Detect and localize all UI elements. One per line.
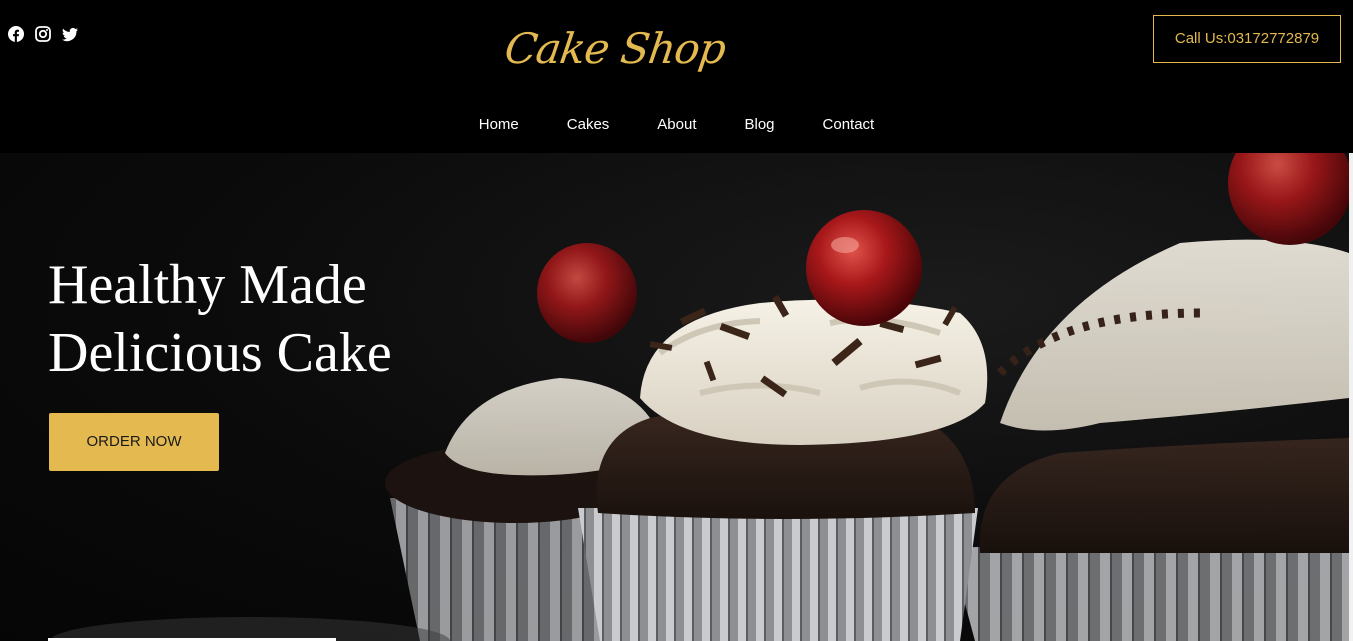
social-links bbox=[8, 26, 78, 42]
hero-section: Healthy Made Delicious Cake ORDER NOW bbox=[0, 153, 1349, 641]
hero-title-line-2: Delicious Cake bbox=[48, 322, 392, 384]
nav-home[interactable]: Home bbox=[479, 110, 519, 140]
page: Cake Shop Call Us:03172772879 Home Cakes… bbox=[0, 0, 1353, 641]
site-logo[interactable]: Cake Shop bbox=[494, 8, 736, 90]
nav-contact[interactable]: Contact bbox=[823, 110, 875, 140]
nav-blog[interactable]: Blog bbox=[745, 110, 775, 140]
call-us-button[interactable]: Call Us:03172772879 bbox=[1153, 15, 1341, 63]
site-header: Cake Shop Call Us:03172772879 Home Cakes… bbox=[0, 0, 1353, 153]
nav-cakes[interactable]: Cakes bbox=[567, 110, 610, 140]
page-scrollbar[interactable] bbox=[1349, 153, 1353, 641]
instagram-link[interactable] bbox=[35, 26, 51, 42]
main-nav: Home Cakes About Blog Contact bbox=[0, 110, 1353, 140]
order-now-button[interactable]: ORDER NOW bbox=[49, 413, 219, 471]
twitter-icon bbox=[62, 27, 78, 42]
facebook-link[interactable] bbox=[8, 26, 24, 42]
cupcakes-image bbox=[50, 153, 1349, 641]
facebook-icon bbox=[8, 26, 24, 42]
hero-title-line-1: Healthy Made bbox=[48, 254, 367, 316]
twitter-link[interactable] bbox=[62, 26, 78, 42]
hero-title: Healthy Made Delicious Cake bbox=[48, 251, 392, 387]
nav-about[interactable]: About bbox=[657, 110, 696, 140]
instagram-icon bbox=[35, 26, 51, 42]
